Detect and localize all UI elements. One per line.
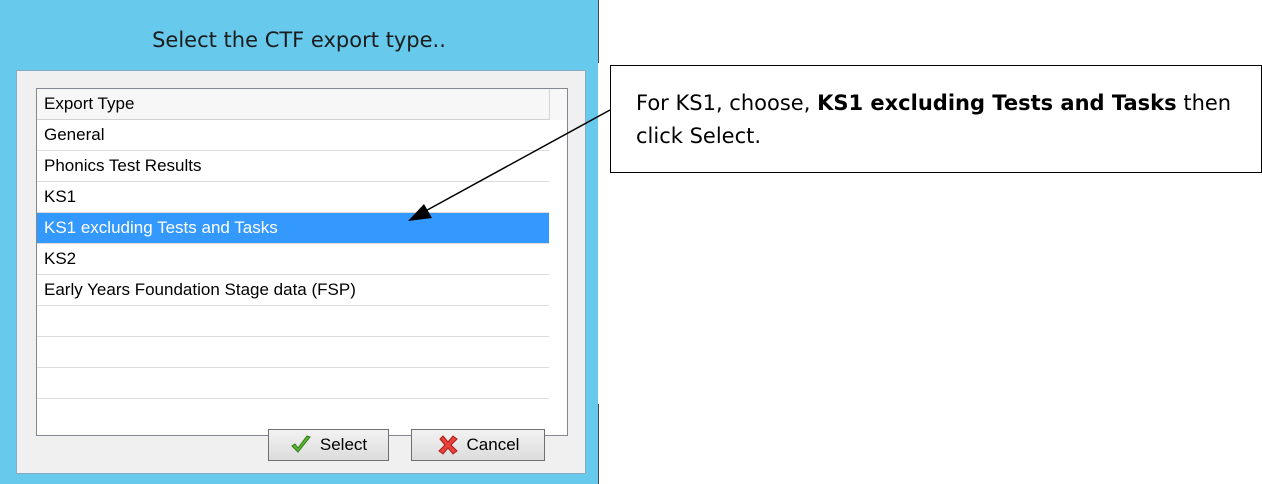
list-item-ks1[interactable]: KS1 bbox=[37, 182, 549, 213]
list-header-filler bbox=[549, 89, 567, 120]
list-item-ks1-excluding-tests-and-tasks[interactable]: KS1 excluding Tests and Tasks bbox=[37, 213, 549, 244]
list-item-general[interactable]: General bbox=[37, 120, 549, 151]
separator-line bbox=[598, 0, 599, 63]
list-item-ks2[interactable]: KS2 bbox=[37, 244, 549, 275]
cancel-button[interactable]: Cancel bbox=[411, 429, 545, 461]
list-column-header[interactable]: Export Type bbox=[37, 89, 549, 120]
list-item-early-years-fsp[interactable]: Early Years Foundation Stage data (FSP) bbox=[37, 275, 549, 306]
callout-text-before: For KS1, choose, bbox=[636, 91, 818, 115]
red-x-icon bbox=[437, 434, 459, 456]
dialog-client-area: Export Type General Phonics Test Results… bbox=[16, 70, 586, 474]
select-button-label: Select bbox=[319, 435, 368, 454]
checkmark-icon bbox=[290, 434, 312, 456]
list-item-empty bbox=[37, 368, 549, 399]
cancel-button-label: Cancel bbox=[466, 435, 520, 454]
list-item-empty bbox=[37, 337, 549, 368]
instruction-callout: For KS1, choose, KS1 excluding Tests and… bbox=[610, 65, 1262, 173]
list-item-empty bbox=[37, 306, 549, 337]
callout-text-bold: KS1 excluding Tests and Tasks bbox=[817, 91, 1177, 115]
list-item-phonics-test-results[interactable]: Phonics Test Results bbox=[37, 151, 549, 182]
export-type-dialog: Select the CTF export type.. Export Type… bbox=[0, 0, 598, 484]
dialog-title: Select the CTF export type.. bbox=[152, 28, 446, 52]
export-type-list[interactable]: Export Type General Phonics Test Results… bbox=[36, 88, 568, 436]
select-button[interactable]: Select bbox=[268, 429, 389, 461]
separator-line bbox=[598, 404, 599, 484]
